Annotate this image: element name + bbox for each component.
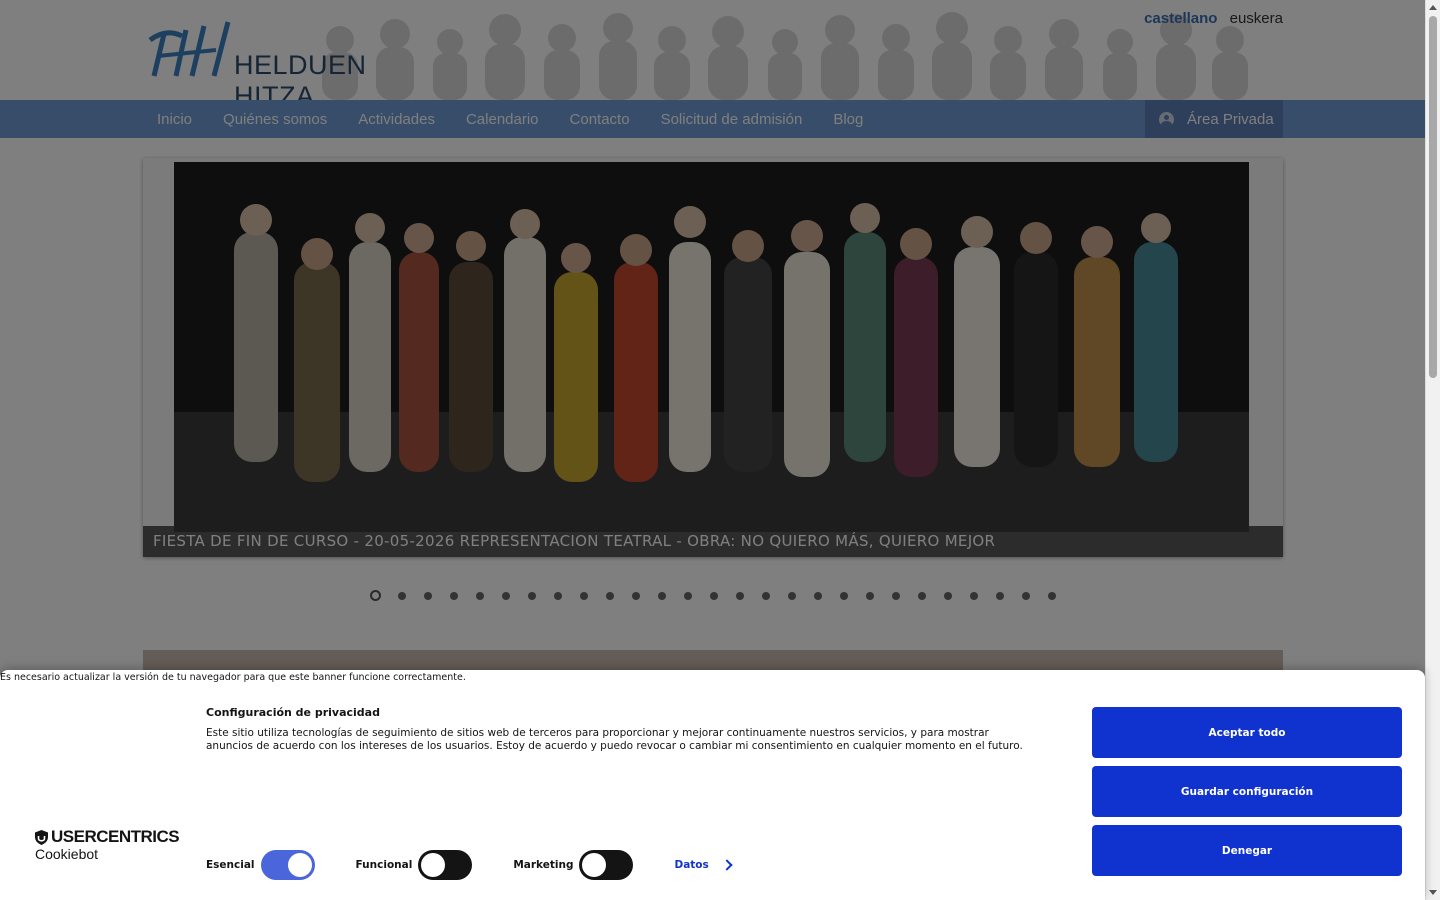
details-label: Datos	[674, 859, 709, 871]
toggle-label-marketing: Marketing	[513, 859, 574, 871]
page-scrollbar[interactable]	[1425, 0, 1440, 900]
cookie-title: Configuración de privacidad	[206, 706, 380, 719]
toggle-knob	[287, 853, 312, 877]
accept-all-button[interactable]: Aceptar todo	[1092, 707, 1402, 758]
toggle-knob	[582, 853, 607, 877]
browser-warning: Es necesario actualizar la versión de tu…	[0, 672, 466, 683]
cookiebot-label: Cookiebot	[35, 846, 99, 862]
cookie-consent-banner: Es necesario actualizar la versión de tu…	[0, 670, 1425, 900]
save-settings-button[interactable]: Guardar configuración	[1092, 766, 1402, 817]
consent-toggles: Esencial Funcional Marketing Datos	[206, 850, 733, 880]
chevron-right-icon	[721, 859, 733, 871]
toggle-marketing[interactable]	[579, 850, 634, 880]
shield-icon	[35, 829, 48, 845]
toggle-label-esencial: Esencial	[206, 859, 255, 871]
usercentrics-brand: USERCENTRICS	[51, 827, 180, 846]
cookie-description: Este sitio utiliza tecnologías de seguim…	[206, 727, 1023, 752]
toggle-funcional[interactable]	[418, 850, 473, 880]
scroll-down-arrow-icon[interactable]	[1429, 890, 1437, 895]
scroll-thumb[interactable]	[1429, 16, 1437, 378]
deny-button[interactable]: Denegar	[1092, 825, 1402, 876]
toggle-knob	[421, 853, 446, 877]
details-link[interactable]: Datos	[674, 859, 733, 871]
cookiebot-logo[interactable]: USERCENTRICS Cookiebot	[35, 827, 180, 862]
scroll-up-arrow-icon[interactable]	[1429, 5, 1437, 10]
toggle-label-funcional: Funcional	[355, 859, 413, 871]
toggle-esencial[interactable]	[260, 850, 315, 880]
